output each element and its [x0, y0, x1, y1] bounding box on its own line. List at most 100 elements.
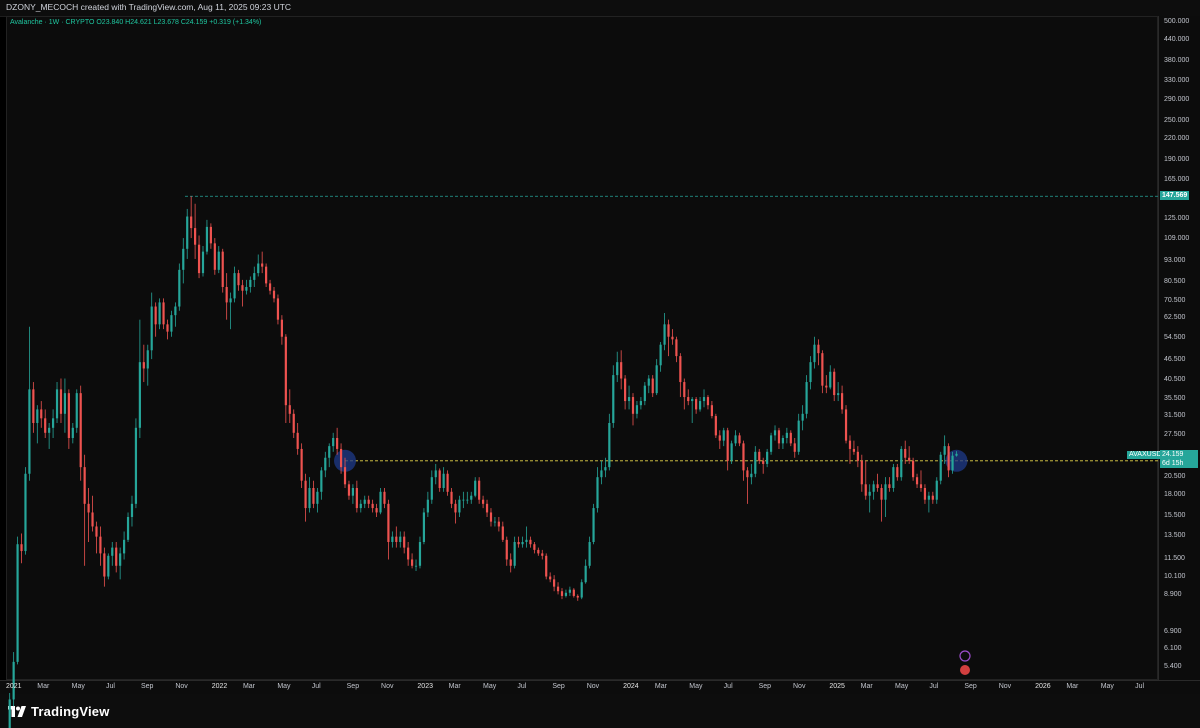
time-tick-month: May — [689, 683, 703, 690]
candle-body — [442, 473, 445, 488]
price-tick: 70.500 — [1164, 296, 1186, 304]
candle-body — [194, 228, 197, 245]
price-tick: 6.100 — [1164, 645, 1182, 653]
candle-body — [789, 432, 792, 444]
price-tick: 190.000 — [1164, 155, 1190, 163]
candle-body — [489, 512, 493, 522]
candle-body — [639, 401, 642, 406]
candle-body — [474, 480, 477, 496]
candle-body — [99, 536, 102, 554]
candle-body — [107, 555, 110, 577]
candle-body — [51, 418, 55, 428]
candle-body — [915, 477, 919, 485]
candle-body — [631, 397, 635, 414]
time-tick-month: Mar — [654, 683, 667, 690]
time-tick-year: 2025 — [829, 683, 845, 690]
candle-body — [288, 405, 291, 414]
candle-body — [478, 480, 481, 500]
candle-body — [111, 547, 114, 556]
candle-body — [750, 473, 753, 478]
time-tick-month: Nov — [381, 683, 394, 690]
time-tick-month: Sep — [346, 683, 360, 690]
candle-body — [470, 495, 473, 500]
candle-body — [466, 499, 469, 501]
candle-body — [837, 393, 840, 396]
candle-body — [91, 512, 94, 527]
candle-body — [83, 467, 86, 504]
candle-body — [651, 378, 654, 394]
symbol-legend[interactable]: Avalanche · 1W · CRYPTO O23.840 H24.621 … — [10, 19, 261, 26]
time-tick-month: Mar — [37, 683, 50, 690]
candle-body — [730, 443, 733, 461]
price-tick: 80.500 — [1164, 278, 1186, 285]
candle-body — [261, 263, 264, 267]
candle-body — [359, 503, 362, 509]
time-tick-month: Nov — [175, 683, 188, 690]
candle-body — [695, 399, 698, 410]
candle-body — [935, 480, 938, 500]
candle-body — [726, 430, 729, 461]
candle-body — [75, 393, 78, 428]
time-tick-year: 2021 — [6, 683, 22, 690]
candle-body — [521, 542, 524, 545]
time-tick-year: 2024 — [623, 683, 639, 690]
candle-body — [12, 661, 15, 700]
candle-body — [32, 389, 35, 423]
candle-body — [888, 484, 891, 488]
time-tick-month: Mar — [448, 683, 461, 690]
candle-body — [860, 460, 863, 485]
candle-body — [848, 440, 852, 449]
price-tick: 46.500 — [1164, 356, 1186, 364]
candle-body — [458, 499, 461, 513]
candle-body — [529, 539, 532, 545]
candle-body — [182, 248, 185, 270]
candle-body — [454, 503, 457, 513]
candle-body — [122, 539, 126, 554]
price-tick: 8.900 — [1164, 591, 1182, 599]
price-tick: 54.500 — [1164, 333, 1186, 341]
candle-body — [284, 336, 287, 406]
candle-body — [923, 487, 927, 500]
candle-body — [793, 443, 796, 452]
candle-body — [568, 589, 571, 593]
time-tick-year: 2023 — [417, 683, 433, 690]
candle-body — [150, 306, 153, 351]
candlestick-chart — [8, 195, 1158, 728]
candle-body — [576, 595, 579, 598]
candle-body — [8, 699, 11, 728]
candle-body — [813, 344, 816, 363]
candle-body — [119, 553, 122, 566]
candle-body — [698, 401, 702, 410]
candle-body — [403, 536, 406, 548]
time-tick-month: Jul — [929, 683, 939, 690]
price-tick: 13.500 — [1164, 532, 1186, 540]
candle-body — [675, 339, 678, 357]
candle-body — [154, 306, 157, 325]
candle-body — [462, 499, 465, 501]
candle-body — [44, 418, 47, 433]
candle-body — [336, 437, 339, 449]
price-tick: 250.000 — [1164, 116, 1190, 124]
candle-body — [355, 487, 358, 509]
candle-body — [821, 353, 824, 386]
time-tick-month: May — [1100, 683, 1114, 690]
candle-body — [545, 555, 548, 577]
candle-body — [817, 344, 820, 354]
candle-body — [221, 251, 224, 288]
last-price-value: 24.159 — [1162, 451, 1184, 458]
time-tick-month: Mar — [860, 683, 873, 690]
symbol-price-tag: AVAXUSD — [1127, 451, 1164, 459]
price-tick: 165.000 — [1164, 175, 1190, 183]
candle-body — [379, 491, 382, 513]
candle-body — [718, 435, 721, 441]
price-tick: 500.000 — [1164, 18, 1190, 26]
candle-body — [371, 503, 374, 509]
candle-body — [245, 287, 248, 291]
candle-body — [884, 484, 887, 500]
candle-body — [580, 582, 583, 598]
candle-body — [655, 365, 658, 394]
candle-body — [166, 324, 169, 332]
candle-body — [691, 399, 694, 402]
candle-body — [343, 467, 347, 485]
candle-body — [844, 409, 848, 441]
